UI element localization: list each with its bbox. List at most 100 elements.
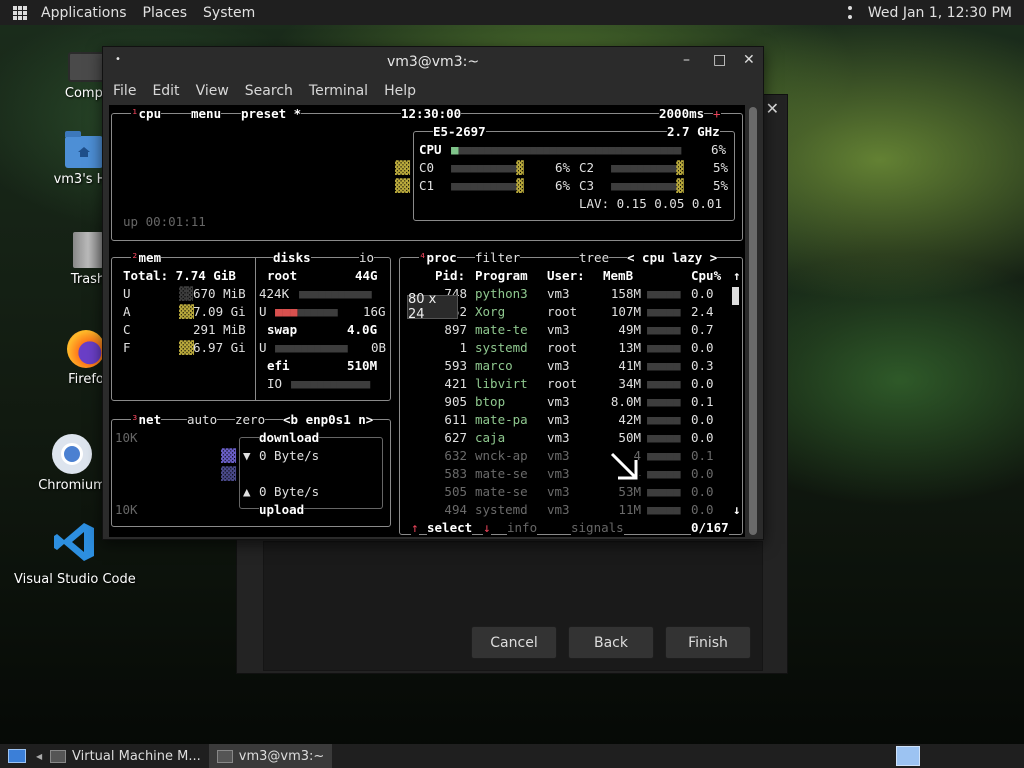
col-mem[interactable]: MemB xyxy=(603,267,633,285)
scroll-up-icon[interactable]: ↑ xyxy=(733,267,741,285)
proc-sort[interactable]: < cpu lazy > xyxy=(627,249,718,267)
col-user[interactable]: User: xyxy=(547,267,585,285)
net-interface[interactable]: <b enp0s1 n> xyxy=(283,411,374,429)
select-up-icon[interactable]: ↑ xyxy=(411,519,419,537)
disks-tab[interactable]: disks xyxy=(273,249,311,267)
mem-tab[interactable]: ²mem xyxy=(131,249,162,267)
cell-program: libvirt xyxy=(475,376,528,391)
select-down-icon[interactable]: ↓ xyxy=(483,519,491,537)
close-icon[interactable]: ✕ xyxy=(743,52,755,68)
cell-mem: 49M xyxy=(618,322,641,337)
cell-cpu: 0.0 xyxy=(691,286,714,301)
menu-file[interactable]: File xyxy=(113,83,136,99)
cpu-mini-graph: ■■■■■ xyxy=(647,286,681,301)
disk-swap-label: swap xyxy=(267,322,298,337)
scroll-down-icon[interactable]: ↓ xyxy=(733,501,741,519)
upload-arrow-icon: ▲ xyxy=(243,484,251,499)
cell-user: vm3 xyxy=(547,502,570,517)
net-graph: ▓▓ xyxy=(221,448,237,463)
cell-cpu: 0.0 xyxy=(691,340,714,355)
trash-icon xyxy=(73,232,103,268)
taskbar-vmm[interactable]: Virtual Machine M... xyxy=(42,744,209,768)
preset-tab[interactable]: preset * xyxy=(241,105,302,123)
disk-efi-io-meter: ■■■■■■■■■■■■ xyxy=(291,376,370,391)
cell-program: mate-se xyxy=(475,484,528,499)
cell-mem: 41M xyxy=(618,358,641,373)
mem-divider xyxy=(255,257,256,401)
proc-select[interactable]: select xyxy=(427,519,473,537)
menu-view[interactable]: View xyxy=(196,83,229,99)
vscode-label: Visual Studio Code xyxy=(14,572,136,587)
io-tab[interactable]: io xyxy=(359,249,375,267)
system-menu[interactable]: System xyxy=(195,5,263,21)
cell-cpu: 0.0 xyxy=(691,466,714,481)
col-cpu[interactable]: Cpu% xyxy=(691,267,721,285)
proc-filter[interactable]: filter xyxy=(475,249,521,267)
mem-used-meter: ▓▓ xyxy=(179,286,193,301)
dialog-close-icon[interactable]: ✕ xyxy=(766,99,779,118)
col-pid[interactable]: Pid: xyxy=(435,267,465,285)
cell-cpu: 0.0 xyxy=(691,502,714,517)
window-menu-icon[interactable]: • xyxy=(115,54,121,65)
cell-user: vm3 xyxy=(547,448,570,463)
cell-user: root xyxy=(547,376,578,391)
mem-avail-label: A xyxy=(123,304,131,319)
show-desktop-icon[interactable] xyxy=(8,749,26,763)
chromium-label: Chromium xyxy=(38,478,106,493)
taskbar-terminal[interactable]: vm3@vm3:~ xyxy=(208,744,333,768)
update-interval[interactable]: 2000ms xyxy=(659,105,705,123)
proc-info[interactable]: info xyxy=(507,519,538,537)
proc-count: 0/167 xyxy=(691,519,729,537)
proc-scrollbar[interactable] xyxy=(732,287,739,305)
cell-user: vm3 xyxy=(547,394,570,409)
cpu-mini-graph: ■■■■■ xyxy=(647,358,681,373)
maximize-icon[interactable]: □ xyxy=(713,52,726,68)
core-c0-pct: 6% xyxy=(555,160,571,175)
disk-swap-size: 4.0G xyxy=(347,322,378,337)
cell-mem: 158M xyxy=(610,286,641,301)
cancel-button[interactable]: Cancel xyxy=(471,626,557,659)
terminal-scrollbar[interactable] xyxy=(749,107,757,535)
terminal-titlebar[interactable]: • vm3@vm3:~ – □ ✕ xyxy=(103,47,763,77)
menu-help[interactable]: Help xyxy=(384,83,416,99)
minimize-icon[interactable]: – xyxy=(683,52,690,68)
back-button[interactable]: Back xyxy=(568,626,654,659)
proc-signals[interactable]: signals xyxy=(571,519,624,537)
proc-tree[interactable]: tree xyxy=(579,249,610,267)
applications-menu[interactable]: Applications xyxy=(33,5,135,21)
cpu-tab[interactable]: ¹cpu xyxy=(131,105,162,123)
interval-plus[interactable]: + xyxy=(713,105,721,123)
clock[interactable]: Wed Jan 1, 12:30 PM xyxy=(868,5,1012,21)
resize-cursor-icon xyxy=(609,451,640,482)
cell-mem: 11M xyxy=(618,502,641,517)
desktop-chromium[interactable]: Chromium xyxy=(32,434,112,493)
cpu-clock: 12:30:00 xyxy=(401,105,462,123)
cpu-mini-graph: ■■■■■ xyxy=(647,340,681,355)
disk-efi-size: 510M xyxy=(347,358,378,373)
places-menu[interactable]: Places xyxy=(135,5,196,21)
menu-tab[interactable]: menu xyxy=(191,105,222,123)
net-upload-rate: 0 Byte/s xyxy=(259,484,320,499)
col-program[interactable]: Program xyxy=(475,267,528,285)
net-tab[interactable]: ³net xyxy=(131,411,162,429)
proc-tab[interactable]: ⁴proc xyxy=(419,249,457,267)
apps-grid-icon[interactable] xyxy=(13,5,27,20)
terminal-icon xyxy=(216,749,233,763)
menu-terminal[interactable]: Terminal xyxy=(309,83,368,99)
net-zero[interactable]: zero xyxy=(235,411,266,429)
mem-free-label: F xyxy=(123,340,131,355)
menu-edit[interactable]: Edit xyxy=(152,83,179,99)
cell-user: vm3 xyxy=(547,430,570,445)
mem-used-label: U xyxy=(123,286,131,301)
cell-mem: 13M xyxy=(618,340,641,355)
cell-pid: 593 xyxy=(444,358,467,373)
finish-button[interactable]: Finish xyxy=(665,626,751,659)
net-scale-bottom: 10K xyxy=(115,502,138,517)
session-menu-icon[interactable] xyxy=(847,6,854,19)
menu-search[interactable]: Search xyxy=(245,83,293,99)
net-auto[interactable]: auto xyxy=(187,411,218,429)
cell-mem: 8.0M xyxy=(610,394,641,409)
cell-program: caja xyxy=(475,430,506,445)
workspace-switcher[interactable] xyxy=(896,746,920,766)
taskbar-terminal-label: vm3@vm3:~ xyxy=(238,748,325,764)
